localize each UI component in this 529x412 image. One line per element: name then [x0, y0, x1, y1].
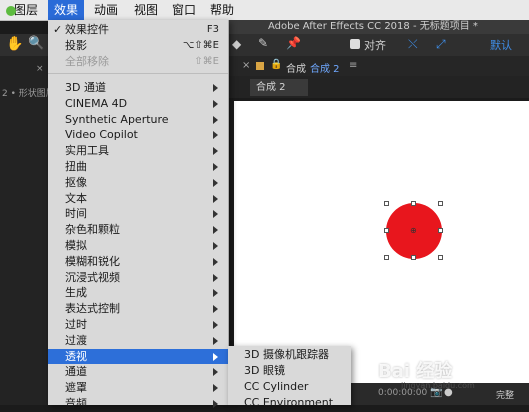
zoom-tool-icon[interactable]: 🔍	[28, 36, 44, 51]
menu-item-transition[interactable]: 过渡	[48, 333, 228, 349]
submenu-arrow-icon	[213, 115, 218, 124]
panel-close-icon[interactable]: ×	[242, 60, 250, 71]
layer-name: 2 • 形状图层	[2, 89, 55, 99]
menu-item-effect-controls[interactable]: ✓ 效果控件 F3	[48, 22, 228, 38]
resolution-dropdown[interactable]: 完整	[496, 388, 514, 401]
menu-item-cinema-4d[interactable]: CINEMA 4D	[48, 96, 228, 112]
tab-menu-icon[interactable]: ≡	[349, 60, 357, 71]
transform-handle[interactable]	[411, 201, 416, 206]
eraser-tool-icon[interactable]: ◆	[232, 37, 241, 51]
menu-bar: 图层 效果 动画 视图 窗口 帮助	[0, 0, 529, 21]
menu-item-distort[interactable]: 扭曲	[48, 159, 228, 175]
submenu-arrow-icon	[213, 163, 218, 171]
menu-animation[interactable]: 动画	[88, 0, 124, 20]
submenu-item-cc-cylinder[interactable]: CC Cylinder	[228, 379, 351, 394]
transform-handle[interactable]	[438, 228, 443, 233]
menu-item-remove-all: 全部移除 ⇧⌘E	[65, 55, 219, 68]
menu-window[interactable]: 窗口	[166, 0, 202, 20]
watermark-logo: Bai 经验	[378, 361, 453, 382]
align-label: 对齐	[364, 39, 386, 52]
panel-close-icon[interactable]: ×	[36, 64, 44, 74]
menu-item-expression-controls[interactable]: 表达式控制	[48, 301, 228, 317]
composition-label: 合成	[286, 64, 306, 75]
composition-tab[interactable]: 合成 2	[310, 60, 340, 75]
transform-handle[interactable]	[384, 201, 389, 206]
transform-handle[interactable]	[411, 255, 416, 260]
window-title: Adobe After Effects CC 2018 - 无标题项目 *	[268, 21, 478, 32]
menu-item-immersive-video[interactable]: 沉浸式视频	[48, 270, 228, 286]
submenu-arrow-icon	[213, 400, 218, 408]
composition-panel-header: × 🔒 合成 合成 2 ≡	[228, 56, 529, 77]
submenu-arrow-icon	[213, 305, 218, 314]
lock-icon[interactable]: 🔒	[270, 59, 282, 70]
menu-item-perspective[interactable]: 透视	[48, 348, 228, 365]
submenu-arrow-icon	[213, 99, 218, 108]
menu-item-video-copilot[interactable]: Video Copilot	[48, 127, 228, 143]
menu-item-noise-grain[interactable]: 杂色和颗粒	[48, 222, 228, 238]
submenu-arrow-icon	[213, 242, 218, 250]
menu-item-channel[interactable]: 通道	[48, 364, 228, 380]
menu-item-blur-sharpen[interactable]: 模糊和锐化	[48, 254, 228, 270]
perspective-submenu: 3D 摄像机跟踪器 3D 眼镜 CC Cylinder CC Environme…	[228, 346, 351, 409]
submenu-arrow-icon	[213, 273, 218, 282]
menu-item-audio[interactable]: 音频	[48, 396, 228, 412]
menu-item-utility[interactable]: 实用工具	[48, 143, 228, 159]
checkmark-icon: ✓	[53, 23, 63, 36]
submenu-arrow-icon	[213, 226, 218, 235]
menu-item-generate[interactable]: 生成	[48, 285, 228, 301]
menu-help[interactable]: 帮助	[204, 0, 240, 20]
left-panel: | × 2 • 形状图层	[0, 56, 55, 405]
transform-handle[interactable]	[438, 255, 443, 260]
submenu-arrow-icon	[213, 289, 218, 298]
menu-separator	[48, 73, 228, 74]
submenu-arrow-icon	[213, 210, 218, 219]
menu-effects[interactable]: 效果	[48, 0, 85, 20]
menu-item-obsolete[interactable]: 过时	[48, 317, 228, 333]
submenu-arrow-icon	[213, 147, 218, 156]
composition-breadcrumb[interactable]: 合成 2	[250, 79, 308, 96]
submenu-item-3d-glasses[interactable]: 3D 眼镜	[228, 363, 351, 378]
transform-handle[interactable]	[384, 255, 389, 260]
workspace-default[interactable]: 默认	[490, 37, 512, 53]
submenu-arrow-icon	[213, 178, 218, 187]
anchor-point-icon: ⊕	[410, 226, 417, 235]
expand-icon[interactable]: ⤢	[436, 37, 446, 52]
submenu-arrow-icon	[213, 131, 218, 140]
comp-color-swatch	[256, 62, 264, 70]
submenu-item-cc-environment[interactable]: CC Environment	[228, 395, 351, 410]
menu-item-text[interactable]: 文本	[48, 191, 228, 207]
menu-item-synthetic-aperture[interactable]: Synthetic Aperture	[48, 112, 228, 128]
menu-item-time[interactable]: 时间	[48, 206, 228, 222]
transform-handle[interactable]	[384, 228, 389, 233]
menu-item-keying[interactable]: 抠像	[48, 175, 228, 191]
window-title-bar: Adobe After Effects CC 2018 - 无标题项目 *	[228, 20, 529, 34]
submenu-arrow-icon	[213, 84, 218, 92]
submenu-arrow-icon	[213, 194, 218, 203]
watermark-url: jingyan.baidu.com	[401, 381, 475, 390]
roto-brush-icon[interactable]: ✎	[258, 36, 268, 50]
puppet-pin-icon[interactable]: 📌	[286, 36, 301, 50]
submenu-item-3d-camera-tracker[interactable]: 3D 摄像机跟踪器	[228, 347, 351, 362]
menu-item-drop-shadow[interactable]: 投影 ⌥⇧⌘E	[48, 38, 228, 54]
transform-handle[interactable]	[438, 201, 443, 206]
align-checkbox[interactable]	[350, 39, 360, 49]
submenu-arrow-icon	[213, 257, 218, 266]
effects-menu: ✓ 效果控件 F3 投影 ⌥⇧⌘E 全部移除 ⇧⌘E 3D 通道 CINEMA …	[48, 20, 229, 410]
composition-viewer[interactable]	[234, 101, 529, 383]
window-zoom-button[interactable]	[6, 6, 16, 16]
menu-view[interactable]: 视图	[128, 0, 164, 20]
snap-icon[interactable]: ⤬	[408, 37, 418, 52]
menu-item-simulation[interactable]: 模拟	[48, 238, 228, 254]
hand-tool-icon[interactable]: ✋	[6, 36, 23, 52]
menu-item-matte[interactable]: 遮罩	[48, 380, 228, 396]
submenu-arrow-icon	[213, 384, 218, 393]
menu-item-3d-channel[interactable]: 3D 通道	[48, 80, 228, 96]
submenu-arrow-icon	[213, 368, 218, 377]
submenu-arrow-icon	[213, 321, 218, 329]
submenu-arrow-icon	[213, 352, 218, 361]
submenu-arrow-icon	[213, 336, 218, 345]
